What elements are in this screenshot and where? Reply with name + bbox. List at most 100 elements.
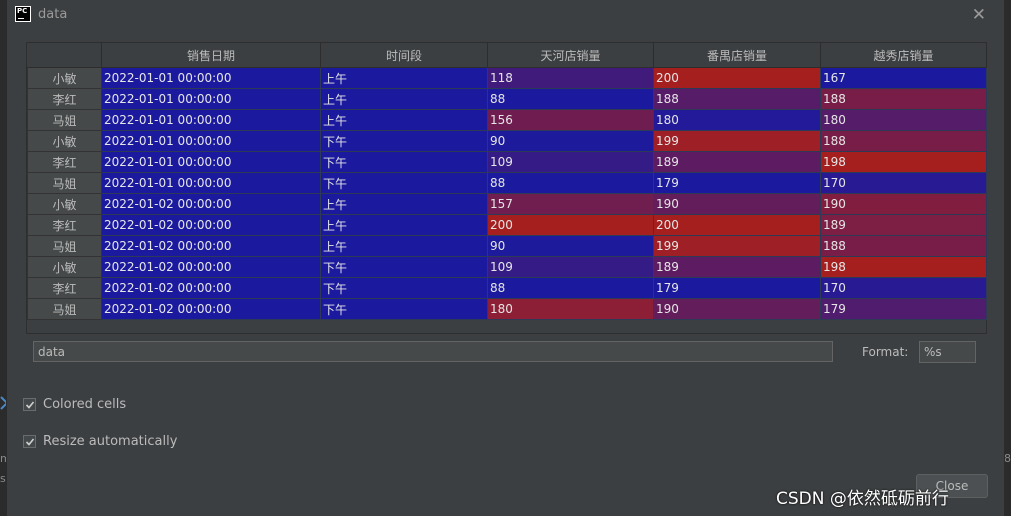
panyu-sales-cell[interactable]: 189 <box>653 151 821 173</box>
dataframe-table[interactable]: 销售日期 时间段 天河店销量 番禺店销量 越秀店销量 小敏 2022-01-01 … <box>26 42 987 334</box>
table-row[interactable]: 李红 2022-01-02 00:00:00 上午 200 200 189 <box>27 214 987 236</box>
table-row[interactable]: 马姐 2022-01-02 00:00:00 下午 180 190 179 <box>27 298 987 320</box>
table-row[interactable]: 李红 2022-01-01 00:00:00 下午 109 189 198 <box>27 151 987 173</box>
row-index-cell[interactable]: 马姐 <box>27 109 102 131</box>
period-cell[interactable]: 上午 <box>320 67 488 89</box>
tianhe-sales-cell[interactable]: 88 <box>487 277 654 299</box>
table-row[interactable]: 小敏 2022-01-01 00:00:00 上午 118 200 167 <box>27 67 987 89</box>
row-index-cell[interactable]: 李红 <box>27 277 102 299</box>
yuexiu-sales-cell[interactable]: 198 <box>820 151 987 173</box>
yuexiu-sales-cell[interactable]: 170 <box>820 172 987 194</box>
table-row[interactable]: 小敏 2022-01-01 00:00:00 下午 90 199 188 <box>27 130 987 152</box>
filter-expression-input[interactable] <box>33 341 833 362</box>
colored-cells-checkbox[interactable]: Colored cells <box>23 397 183 415</box>
tianhe-sales-cell[interactable]: 90 <box>487 235 654 257</box>
period-cell[interactable]: 下午 <box>320 130 488 152</box>
tianhe-sales-cell[interactable]: 88 <box>487 88 654 110</box>
row-index-cell[interactable]: 小敏 <box>27 193 102 215</box>
panyu-sales-cell[interactable]: 199 <box>653 235 821 257</box>
tianhe-sales-cell[interactable]: 157 <box>487 193 654 215</box>
panyu-sales-cell[interactable]: 179 <box>653 277 821 299</box>
yuexiu-sales-cell[interactable]: 179 <box>820 298 987 320</box>
table-row[interactable]: 小敏 2022-01-02 00:00:00 下午 109 189 198 <box>27 256 987 278</box>
date-cell[interactable]: 2022-01-02 00:00:00 <box>101 256 321 278</box>
table-row[interactable]: 马姐 2022-01-02 00:00:00 上午 90 199 188 <box>27 235 987 257</box>
tianhe-sales-cell[interactable]: 118 <box>487 67 654 89</box>
period-cell[interactable]: 上午 <box>320 214 488 236</box>
table-row[interactable]: 小敏 2022-01-02 00:00:00 上午 157 190 190 <box>27 193 987 215</box>
table-row[interactable]: 李红 2022-01-01 00:00:00 上午 88 188 188 <box>27 88 987 110</box>
checkbox-checked-icon[interactable] <box>23 435 36 448</box>
table-row[interactable]: 马姐 2022-01-01 00:00:00 上午 156 180 180 <box>27 109 987 131</box>
yuexiu-sales-cell[interactable]: 167 <box>820 67 987 89</box>
tianhe-sales-cell[interactable]: 88 <box>487 172 654 194</box>
date-cell[interactable]: 2022-01-01 00:00:00 <box>101 88 321 110</box>
period-cell[interactable]: 上午 <box>320 235 488 257</box>
date-cell[interactable]: 2022-01-02 00:00:00 <box>101 277 321 299</box>
yuexiu-sales-cell[interactable]: 189 <box>820 214 987 236</box>
period-cell[interactable]: 下午 <box>320 256 488 278</box>
date-cell[interactable]: 2022-01-01 00:00:00 <box>101 130 321 152</box>
row-index-cell[interactable]: 小敏 <box>27 256 102 278</box>
row-index-cell[interactable]: 小敏 <box>27 67 102 89</box>
yuexiu-sales-cell[interactable]: 170 <box>820 277 987 299</box>
table-row[interactable]: 马姐 2022-01-01 00:00:00 下午 88 179 170 <box>27 172 987 194</box>
period-cell[interactable]: 上午 <box>320 109 488 131</box>
panyu-sales-cell[interactable]: 190 <box>653 193 821 215</box>
period-cell[interactable]: 下午 <box>320 151 488 173</box>
panyu-sales-cell[interactable]: 189 <box>653 256 821 278</box>
colored-cells-label: Colored cells <box>43 397 127 412</box>
column-header-panyu[interactable]: 番禺店销量 <box>653 43 821 68</box>
date-cell[interactable]: 2022-01-02 00:00:00 <box>101 298 321 320</box>
tianhe-sales-cell[interactable]: 109 <box>487 256 654 278</box>
date-cell[interactable]: 2022-01-02 00:00:00 <box>101 235 321 257</box>
period-cell[interactable]: 下午 <box>320 172 488 194</box>
row-index-cell[interactable]: 李红 <box>27 88 102 110</box>
panyu-sales-cell[interactable]: 200 <box>653 67 821 89</box>
resize-automatically-checkbox[interactable]: Resize automatically <box>23 434 183 452</box>
date-cell[interactable]: 2022-01-01 00:00:00 <box>101 109 321 131</box>
column-header-yuexiu[interactable]: 越秀店销量 <box>820 43 987 68</box>
date-cell[interactable]: 2022-01-01 00:00:00 <box>101 67 321 89</box>
period-cell[interactable]: 下午 <box>320 298 488 320</box>
row-index-cell[interactable]: 小敏 <box>27 130 102 152</box>
tianhe-sales-cell[interactable]: 156 <box>487 109 654 131</box>
panyu-sales-cell[interactable]: 179 <box>653 172 821 194</box>
period-cell[interactable]: 上午 <box>320 88 488 110</box>
panyu-sales-cell[interactable]: 200 <box>653 214 821 236</box>
column-header-index[interactable] <box>27 43 102 68</box>
column-header-period[interactable]: 时间段 <box>320 43 488 68</box>
row-index-cell[interactable]: 李红 <box>27 214 102 236</box>
panyu-sales-cell[interactable]: 188 <box>653 88 821 110</box>
panyu-sales-cell[interactable]: 199 <box>653 130 821 152</box>
table-row[interactable]: 李红 2022-01-02 00:00:00 下午 88 179 170 <box>27 277 987 299</box>
tianhe-sales-cell[interactable]: 109 <box>487 151 654 173</box>
yuexiu-sales-cell[interactable]: 190 <box>820 193 987 215</box>
yuexiu-sales-cell[interactable]: 188 <box>820 130 987 152</box>
yuexiu-sales-cell[interactable]: 188 <box>820 235 987 257</box>
yuexiu-sales-cell[interactable]: 188 <box>820 88 987 110</box>
panyu-sales-cell[interactable]: 180 <box>653 109 821 131</box>
period-cell[interactable]: 上午 <box>320 193 488 215</box>
tianhe-sales-cell[interactable]: 200 <box>487 214 654 236</box>
row-index-cell[interactable]: 马姐 <box>27 235 102 257</box>
yuexiu-sales-cell[interactable]: 180 <box>820 109 987 131</box>
yuexiu-sales-cell[interactable]: 198 <box>820 256 987 278</box>
column-header-date[interactable]: 销售日期 <box>101 43 321 68</box>
tianhe-sales-cell[interactable]: 90 <box>487 130 654 152</box>
close-icon[interactable]: ✕ <box>972 5 986 25</box>
background-text-fragment: s <box>0 472 6 485</box>
row-index-cell[interactable]: 李红 <box>27 151 102 173</box>
tianhe-sales-cell[interactable]: 180 <box>487 298 654 320</box>
panyu-sales-cell[interactable]: 190 <box>653 298 821 320</box>
checkbox-checked-icon[interactable] <box>23 398 36 411</box>
date-cell[interactable]: 2022-01-02 00:00:00 <box>101 214 321 236</box>
date-cell[interactable]: 2022-01-02 00:00:00 <box>101 193 321 215</box>
row-index-cell[interactable]: 马姐 <box>27 298 102 320</box>
column-header-tianhe[interactable]: 天河店销量 <box>487 43 654 68</box>
date-cell[interactable]: 2022-01-01 00:00:00 <box>101 172 321 194</box>
period-cell[interactable]: 下午 <box>320 277 488 299</box>
row-index-cell[interactable]: 马姐 <box>27 172 102 194</box>
format-input[interactable] <box>919 341 976 363</box>
date-cell[interactable]: 2022-01-01 00:00:00 <box>101 151 321 173</box>
